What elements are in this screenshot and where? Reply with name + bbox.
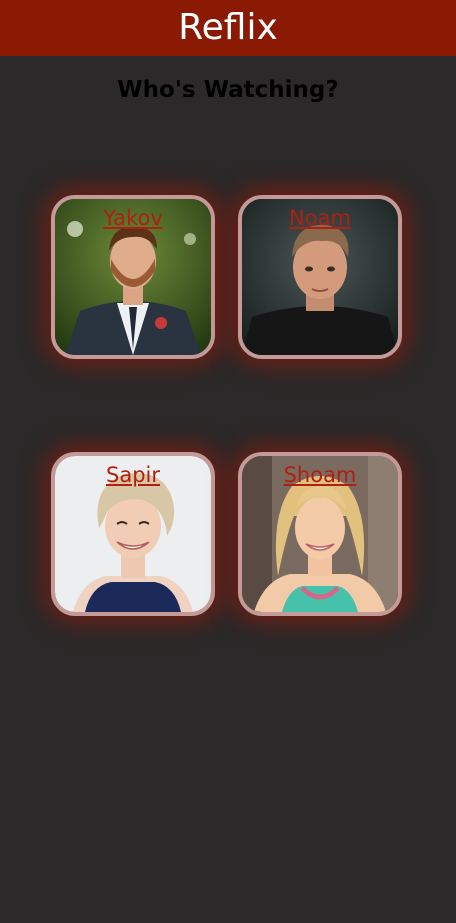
profile-name-yakov[interactable]: Yakov [55, 205, 211, 231]
profile-card-yakov[interactable]: Yakov [51, 195, 215, 359]
app-title: Reflix [178, 7, 278, 48]
page-title: Who's Watching? [117, 77, 339, 103]
app-header: Reflix [0, 0, 456, 56]
profile-card-noam[interactable]: Noam [238, 195, 402, 359]
profile-name-sapir[interactable]: Sapir [55, 462, 211, 488]
profile-grid: Yakov Noam Sapir Shoam [0, 105, 456, 805]
profile-name-shoam[interactable]: Shoam [242, 462, 398, 488]
profile-card-sapir[interactable]: Sapir [51, 452, 215, 616]
profile-name-noam[interactable]: Noam [242, 205, 398, 231]
profile-card-shoam[interactable]: Shoam [238, 452, 402, 616]
